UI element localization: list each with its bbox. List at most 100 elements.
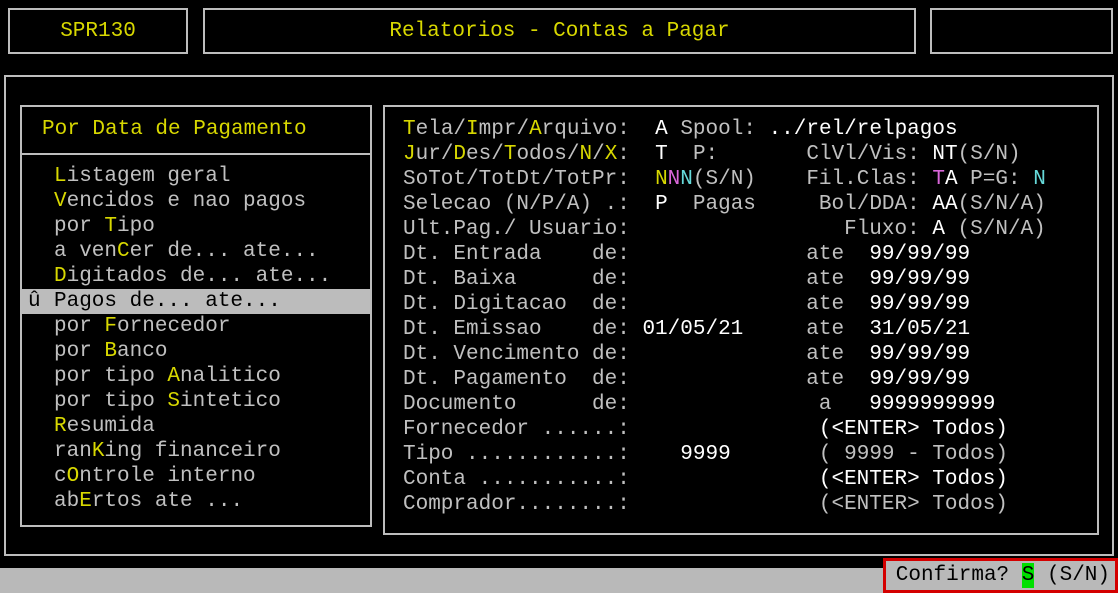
field-text [668, 118, 681, 141]
menu-item-por-tipo-sintetico[interactable]: por tipo Sintetico [22, 389, 370, 414]
dt-baixa-value[interactable]: 99/99/99 [869, 268, 970, 291]
form-row-tipo[interactable]: Tipo ............: 9999 ( 9999 - Todos) [403, 442, 1097, 467]
form-row-jur-des-todos-n-x[interactable]: Jur/Des/Todos/N/X: T P: ClVl/Vis: NT(S/N… [403, 142, 1097, 167]
form-row-dt-vencimento[interactable]: Dt. Vencimento de: ate 99/99/99 [403, 342, 1097, 367]
sotot-totdt-totpr-value-4[interactable]: A [945, 168, 958, 191]
menu-item-label: por Fornecedor [54, 315, 230, 338]
menu-item-abertos-ate[interactable]: abErtos ate ... [22, 489, 370, 514]
dt-pagamento-value[interactable]: 99/99/99 [869, 368, 970, 391]
form-row-dt-entrada[interactable]: Dt. Entrada de: ate 99/99/99 [403, 242, 1097, 267]
field-text [718, 143, 806, 166]
field-text: P=G: [958, 168, 1034, 191]
menu-item-por-banco[interactable]: por Banco [22, 339, 370, 364]
tela-impr-arquivo-value-1[interactable]: ../rel/relpagos [769, 118, 958, 141]
field-text: mpr/ [479, 118, 529, 141]
form-row-dt-baixa[interactable]: Dt. Baixa de: ate 99/99/99 [403, 267, 1097, 292]
field-text: X [605, 143, 618, 166]
field-text: Conta ...........: [403, 468, 630, 491]
field-text [630, 193, 655, 216]
field-text: Comprador........: [403, 493, 630, 516]
menu-item-por-tipo-analitico[interactable]: por tipo Analitico [22, 364, 370, 389]
dt-digitacao-value[interactable]: 99/99/99 [869, 293, 970, 316]
field-text: ate [806, 343, 844, 366]
sotot-totdt-totpr-value-1[interactable]: N [668, 168, 681, 191]
jur-des-todos-n-x-value[interactable]: T [655, 143, 668, 166]
marker-space [28, 214, 54, 239]
form-row-fornecedor[interactable]: Fornecedor ......: (<ENTER> Todos) [403, 417, 1097, 442]
sotot-totdt-totpr-value[interactable]: N [655, 168, 668, 191]
form-row-selecao[interactable]: Selecao (N/P/A) .: P Pagas Bol/DDA: AA(S… [403, 192, 1097, 217]
menu-item-controle-interno[interactable]: cOntrole interno [22, 464, 370, 489]
main-panel: Por Data de Pagamento Listagem geral Ven… [4, 75, 1114, 556]
menu-item-label: Pagos de... ate... [54, 290, 281, 313]
form-row-sotot-totdt-totpr[interactable]: SoTot/TotDt/TotPr: NNN(S/N) Fil.Clas: TA… [403, 167, 1097, 192]
form-row-conta[interactable]: Conta ...........: (<ENTER> Todos) [403, 467, 1097, 492]
field-text: : [617, 143, 630, 166]
dt-emissao-value-1[interactable]: 31/05/21 [869, 318, 970, 341]
form-row-tela-impr-arquivo[interactable]: Tela/Impr/Arquivo: A Spool: ../rel/relpa… [403, 117, 1097, 142]
selecao-value[interactable]: P [655, 193, 668, 216]
form-row-dt-digitacao[interactable]: Dt. Digitacao de: ate 99/99/99 [403, 292, 1097, 317]
confirm-input[interactable]: S [1022, 563, 1035, 588]
form-row-documento[interactable]: Documento de: a 9999999999 [403, 392, 1097, 417]
empty-header-box [930, 8, 1113, 54]
dt-emissao-value[interactable]: 01/05/21 [642, 318, 743, 341]
field-text: odos/ [516, 143, 579, 166]
menu-item-label: Digitados de... ate... [54, 265, 331, 288]
form-row-dt-pagamento[interactable]: Dt. Pagamento de: ate 99/99/99 [403, 367, 1097, 392]
field-text: ( 9999 - Todos) [819, 443, 1008, 466]
field-text: (S/N/A) [958, 193, 1046, 216]
form-row-dt-emissao[interactable]: Dt. Emissao de: 01/05/21 ate 31/05/21 [403, 317, 1097, 342]
menu-item-por-fornecedor[interactable]: por Fornecedor [22, 314, 370, 339]
menu-item-label: abErtos ate ... [54, 490, 243, 513]
sotot-totdt-totpr-value-2[interactable]: N [680, 168, 693, 191]
menu-item-por-tipo[interactable]: por Tipo [22, 214, 370, 239]
menu-item-vencidos-e-nao-pagos[interactable]: Vencidos e nao pagos [22, 189, 370, 214]
marker-space [28, 489, 54, 514]
sotot-totdt-totpr-value-3[interactable]: T [932, 168, 945, 191]
dt-entrada-value[interactable]: 99/99/99 [869, 243, 970, 266]
field-text: P: [668, 143, 718, 166]
marker-space [28, 464, 54, 489]
filter-form-rows: Tela/Impr/Arquivo: A Spool: ../rel/relpa… [385, 107, 1097, 517]
field-text [630, 318, 643, 341]
menu-item-digitados-de-ate[interactable]: Digitados de... ate... [22, 264, 370, 289]
terminal-screen: SPR130 Relatorios - Contas a Pagar Por D… [0, 0, 1118, 593]
dt-vencimento-value[interactable]: 99/99/99 [869, 343, 970, 366]
marker-space [28, 164, 54, 189]
field-text: ate [806, 318, 844, 341]
field-text: Bol/DDA: [819, 193, 920, 216]
report-menu-panel: Por Data de Pagamento Listagem geral Ven… [20, 105, 372, 527]
menu-item-pagos-de-ate[interactable]: ûPagos de... ate... [22, 289, 370, 314]
jur-des-todos-n-x-value-1[interactable]: NT [932, 143, 957, 166]
field-text: ela/ [416, 118, 466, 141]
tela-impr-arquivo-value[interactable]: A [655, 118, 668, 141]
field-text: (<ENTER> Todos) [819, 468, 1008, 491]
documento-value[interactable]: 9999999999 [869, 393, 995, 416]
field-text: (S/N) [693, 168, 756, 191]
field-text [844, 243, 869, 266]
field-text: (<ENTER> Todos) [819, 418, 1008, 441]
marker-space [28, 314, 54, 339]
field-text [630, 118, 655, 141]
menu-item-listagem-geral[interactable]: Listagem geral [22, 164, 370, 189]
field-text [945, 218, 958, 241]
form-row-comprador[interactable]: Comprador........: (<ENTER> Todos) [403, 492, 1097, 517]
ult-pag-usuario-value[interactable]: A [932, 218, 945, 241]
menu-item-ranking-financeiro[interactable]: ranKing financeiro [22, 439, 370, 464]
sotot-totdt-totpr-value-5[interactable]: N [1033, 168, 1046, 191]
field-text: D [453, 143, 466, 166]
marker-space [28, 389, 54, 414]
menu-item-a-vencer-de-ate[interactable]: a venCer de... ate... [22, 239, 370, 264]
window-title-box: Relatorios - Contas a Pagar [203, 8, 916, 54]
field-text [630, 143, 655, 166]
field-text: A [529, 118, 542, 141]
tipo-value[interactable]: 9999 [680, 443, 730, 466]
menu-item-resumida[interactable]: Resumida [22, 414, 370, 439]
form-row-ult-pag-usuario[interactable]: Ult.Pag./ Usuario: Fluxo: A (S/N/A) [403, 217, 1097, 242]
field-text [630, 268, 806, 291]
marker-space [28, 439, 54, 464]
field-text: ur/ [416, 143, 454, 166]
field-text: ate [806, 268, 844, 291]
selecao-value-1[interactable]: AA [932, 193, 957, 216]
